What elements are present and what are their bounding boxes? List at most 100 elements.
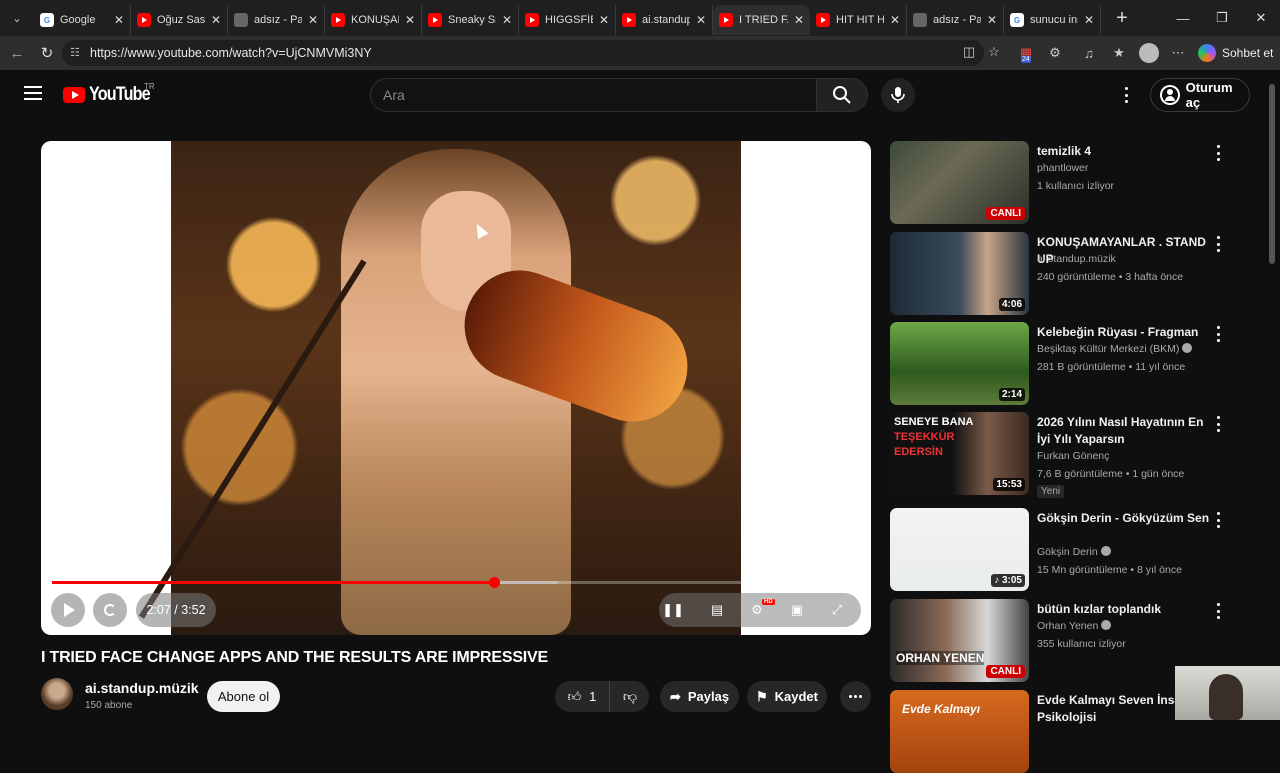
tab-close-icon[interactable]: ✕ (211, 13, 221, 27)
video-thumbnail[interactable]: Evde Kalmayı (890, 690, 1029, 773)
miniplayer-icon[interactable]: ▣ (787, 601, 807, 619)
tab-close-icon[interactable]: ✕ (987, 13, 997, 27)
recommendation-channel[interactable]: Orhan Yenen (1037, 620, 1112, 632)
pause-autoplay-icon[interactable]: ❚❚ (662, 601, 684, 619)
browser-tab[interactable]: adsız - Pain ✕ (907, 5, 1004, 35)
played-bar (52, 581, 494, 584)
tab-close-icon[interactable]: ✕ (890, 13, 900, 27)
recommendation-menu-icon[interactable] (1217, 512, 1221, 528)
copilot-button[interactable]: Sohbet et (1198, 41, 1273, 65)
browser-tab[interactable]: Gsunucu ins ✕ (1004, 5, 1101, 35)
tab-close-icon[interactable]: ✕ (794, 13, 804, 27)
split-screen-icon[interactable]: ◫ (958, 41, 980, 63)
favorite-star-icon[interactable]: ☆ (983, 41, 1005, 63)
recommendation-title[interactable]: 2026 Yılını Nasıl Hayatının En İyi Yılı … (1037, 414, 1212, 448)
hamburger-menu-icon[interactable] (24, 86, 42, 100)
site-info-icon[interactable]: ☷ (70, 46, 84, 60)
share-button[interactable]: ➦ Paylaş (660, 681, 739, 712)
profile-avatar[interactable] (1139, 43, 1159, 63)
recommendation-menu-icon[interactable] (1217, 416, 1221, 432)
fullscreen-icon[interactable]: ⤢ (827, 601, 847, 619)
subscribe-button[interactable]: Abone ol (207, 681, 280, 712)
extensions-puzzle-icon[interactable]: ⚙ (1043, 42, 1067, 64)
browser-tab[interactable]: ai.standup. ✕ (616, 5, 713, 35)
recommendation-menu-icon[interactable] (1217, 326, 1221, 342)
duration-badge: 15:53 (993, 478, 1025, 491)
video-thumbnail[interactable]: 2:14 (890, 322, 1029, 405)
browser-tab[interactable]: KONUŞAM ✕ (325, 5, 422, 35)
channel-name[interactable]: ai.standup.müzik (85, 680, 199, 696)
voice-search-button[interactable] (881, 78, 915, 112)
recommendation-channel[interactable]: phantlower (1037, 162, 1088, 174)
recommendation-channel[interactable]: ai.standup.müzik (1037, 253, 1116, 265)
live-badge: CANLI (986, 665, 1025, 678)
recommendation-item[interactable]: 4:06 KONUŞAMAYANLAR . STAND UP ai.standup.… (890, 232, 1240, 318)
video-thumbnail[interactable]: ORHAN YENEN CANLI (890, 599, 1029, 682)
sign-in-button[interactable]: Oturum aç (1150, 78, 1250, 112)
reload-icon[interactable]: ↻ (32, 38, 62, 68)
recommendation-channel[interactable]: Gökşin Derin (1037, 546, 1111, 558)
video-thumbnail[interactable]: 4:06 (890, 232, 1029, 315)
progress-bar[interactable] (52, 577, 861, 588)
scrubber-handle[interactable] (488, 577, 500, 588)
recommendation-channel[interactable]: Furkan Gönenç (1037, 450, 1109, 462)
browser-essentials-icon[interactable]: ♫ (1077, 42, 1101, 64)
recommendation-title[interactable]: Gökşin Derin - Gökyüzüm Sen (1037, 510, 1212, 527)
scrollbar-thumb[interactable] (1269, 84, 1275, 264)
close-window-icon[interactable]: ✕ (1242, 0, 1280, 36)
tab-close-icon[interactable]: ✕ (1084, 13, 1094, 27)
video-thumbnail[interactable]: SENEYE BANA TEŞEKKÜR EDERSİN 15:53 (890, 412, 1029, 495)
mute-button[interactable] (93, 593, 127, 627)
dislike-button[interactable]: 👎︎ (611, 681, 649, 712)
channel-avatar[interactable] (41, 678, 73, 710)
tab-close-icon[interactable]: ✕ (502, 13, 512, 27)
tab-list: GGoogle✕Oğuz Sasi v✕adsız - Pain✕KONUŞAM… (34, 1, 1101, 35)
recommendation-item[interactable]: SENEYE BANA TEŞEKKÜR EDERSİN 15:53 2026 Yılı… (890, 412, 1240, 498)
video-player[interactable]: 2:07 / 3:52 ❚❚ ▤ ⚙ HD ▣ ⤢ (41, 141, 871, 635)
search-button[interactable] (816, 78, 868, 112)
browser-tab[interactable]: G Google ✕ (34, 5, 131, 35)
recommendation-title[interactable]: bütün kızlar toplandık (1037, 601, 1212, 618)
search-input[interactable]: Ara (370, 78, 816, 112)
tab-search-chevron-icon[interactable]: ⌄ (0, 0, 34, 36)
settings-more-icon[interactable]: ⋯ (1166, 42, 1190, 64)
tab-close-icon[interactable]: ✕ (405, 13, 415, 27)
back-arrow-icon[interactable]: ← (2, 38, 32, 68)
recommendation-menu-icon[interactable] (1217, 603, 1221, 619)
video-thumbnail[interactable]: ♪ 3:05 (890, 508, 1029, 591)
recommendation-menu-icon[interactable] (1217, 236, 1221, 252)
recommendation-menu-icon[interactable] (1217, 145, 1221, 161)
like-button[interactable]: 👍︎ 1 (555, 681, 610, 712)
youtube-logo[interactable]: YouTube TR (63, 82, 160, 106)
tab-title: Google (60, 14, 96, 26)
subtitles-icon[interactable]: ▤ (707, 601, 727, 619)
browser-tab[interactable]: I TRIED FAC ✕ (713, 5, 810, 35)
tab-close-icon[interactable]: ✕ (308, 13, 318, 27)
browser-tab[interactable]: Oğuz Sasi v ✕ (131, 5, 228, 35)
tab-close-icon[interactable]: ✕ (599, 13, 609, 27)
video-thumbnail[interactable]: CANLI (890, 141, 1029, 224)
save-button[interactable]: ⚑ Kaydet (747, 681, 827, 712)
tab-close-icon[interactable]: ✕ (114, 13, 124, 27)
browser-tab[interactable]: adsız - Pain ✕ (228, 5, 325, 35)
restore-icon[interactable]: ❐ (1203, 0, 1241, 36)
duration-badge: 2:14 (998, 388, 1025, 401)
play-button[interactable] (51, 593, 85, 627)
browser-tab[interactable]: Sneaky Sni ✕ (422, 5, 519, 35)
recommendation-title[interactable]: Kelebeğin Rüyası - Fragman (1037, 324, 1212, 341)
recommendation-title[interactable]: temizlik 4 (1037, 143, 1212, 160)
tab-close-icon[interactable]: ✕ (696, 13, 706, 27)
recommendation-item[interactable]: 2:14 Kelebeğin Rüyası - Fragman Beşiktaş K… (890, 322, 1240, 408)
recommendation-item[interactable]: ♪ 3:05 Gökşin Derin - Gökyüzüm Sen Gökşin … (890, 508, 1240, 594)
browser-tab[interactable]: HIGGSFİEL ✕ (519, 5, 616, 35)
minimize-icon[interactable]: — (1164, 0, 1202, 36)
more-actions-button[interactable] (840, 681, 871, 712)
new-tab-plus-icon[interactable]: + (1107, 3, 1137, 33)
settings-kebab-icon[interactable] (1118, 84, 1134, 106)
recommendation-channel[interactable]: Beşiktaş Kültür Merkezi (BKM) (1037, 343, 1193, 355)
collections-icon[interactable]: ★ (1107, 42, 1131, 64)
address-bar[interactable]: ☷ https://www.youtube.com/watch?v=UjCNMV… (62, 40, 984, 66)
recommendation-item[interactable]: CANLI temizlik 4 phantlower 1 kullanıcı izl… (890, 141, 1240, 227)
page-scrollbar[interactable] (1268, 72, 1276, 672)
browser-tab[interactable]: HIT HIT HI ✕ (810, 5, 907, 35)
